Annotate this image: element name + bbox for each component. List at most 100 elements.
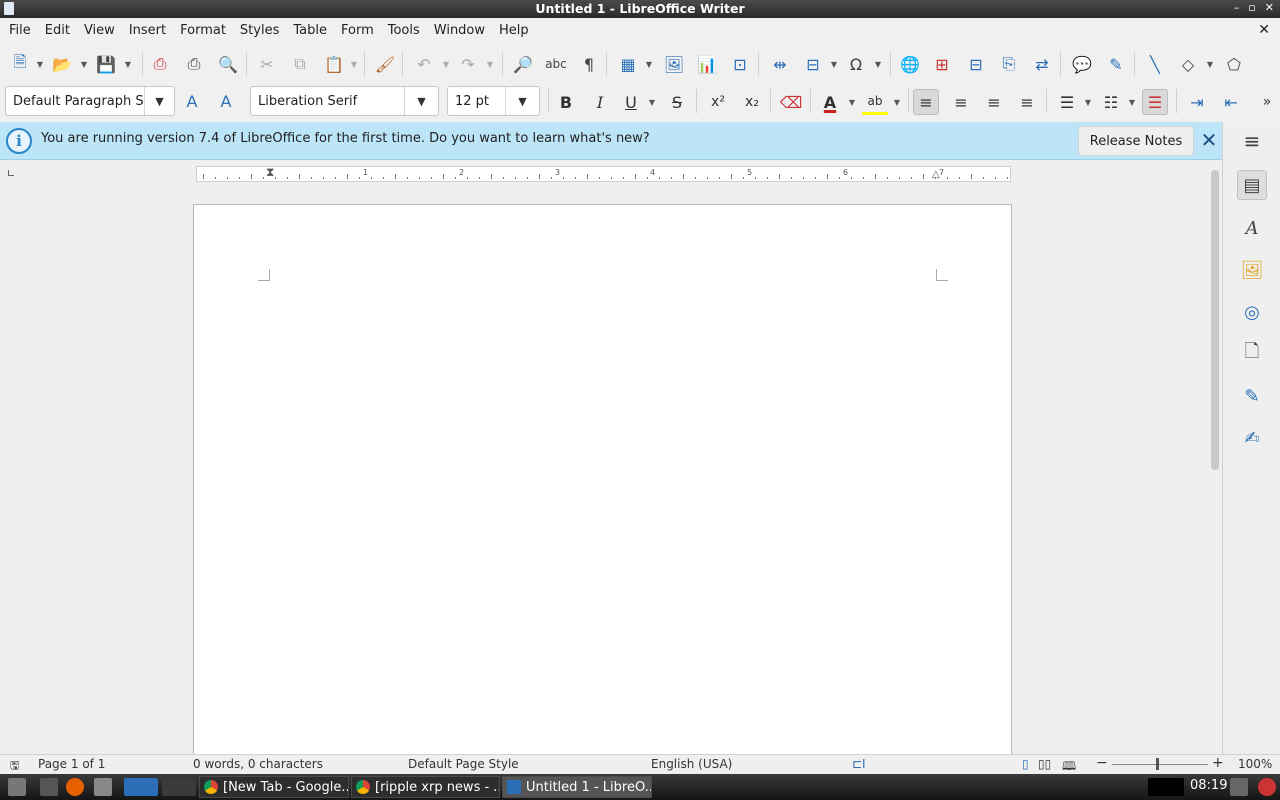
redo-dropdown-icon[interactable]: ▼ bbox=[486, 52, 494, 76]
field-dropdown-icon[interactable]: ▼ bbox=[830, 52, 838, 76]
cross-reference-icon[interactable]: ⇄ bbox=[1030, 52, 1054, 76]
tray-icon[interactable] bbox=[1230, 778, 1248, 796]
paragraph-style-combo[interactable]: Default Paragraph S ▼ bbox=[5, 86, 175, 116]
menu-table[interactable]: Table bbox=[286, 23, 334, 38]
power-icon[interactable] bbox=[1258, 778, 1276, 796]
table-dropdown-icon[interactable]: ▼ bbox=[645, 52, 653, 76]
task-chrome-ripple[interactable]: [ripple xrp news - ... bbox=[351, 776, 500, 798]
sidebar-menu-icon[interactable]: ≡ bbox=[1237, 126, 1267, 156]
save-dropdown-icon[interactable]: ▼ bbox=[124, 52, 132, 76]
footnote-icon[interactable]: ⊞ bbox=[930, 52, 954, 76]
new-style-icon[interactable]: A bbox=[214, 89, 238, 113]
zoom-out-icon[interactable]: − bbox=[1096, 755, 1108, 771]
writer-launcher-icon[interactable] bbox=[124, 778, 158, 796]
clone-formatting-icon[interactable]: 🖌 bbox=[373, 52, 397, 76]
menu-insert[interactable]: Insert bbox=[122, 23, 173, 38]
undo-icon[interactable]: ↶ bbox=[412, 52, 436, 76]
document-area[interactable]: 1 2 3 4 5 6 7 ⧗ △ bbox=[0, 160, 1209, 754]
close-infobar-icon[interactable]: ✕ bbox=[1199, 128, 1219, 152]
chevron-down-icon[interactable]: ▼ bbox=[404, 87, 438, 115]
menu-format[interactable]: Format bbox=[173, 23, 233, 38]
endnote-icon[interactable]: ⊟ bbox=[964, 52, 988, 76]
properties-icon[interactable]: ▤ bbox=[1237, 170, 1267, 200]
language[interactable]: English (USA) bbox=[651, 757, 732, 771]
tab-stop-icon[interactable] bbox=[8, 170, 14, 176]
spelling-icon[interactable]: abc bbox=[544, 52, 568, 76]
open-dropdown-icon[interactable]: ▼ bbox=[80, 52, 88, 76]
menu-styles[interactable]: Styles bbox=[233, 23, 286, 38]
justify-button[interactable]: ≡ bbox=[1014, 89, 1040, 115]
gallery-icon[interactable]: 🖼 bbox=[1237, 255, 1267, 285]
align-right-button[interactable]: ≡ bbox=[981, 89, 1007, 115]
page-break-icon[interactable]: ⇹ bbox=[768, 52, 792, 76]
copy-icon[interactable]: ⧉ bbox=[288, 52, 312, 76]
print-icon[interactable]: ⎙ bbox=[182, 52, 206, 76]
print-preview-icon[interactable]: 🔍 bbox=[216, 52, 240, 76]
horizontal-ruler[interactable]: 1 2 3 4 5 6 7 ⧗ △ bbox=[196, 165, 1011, 182]
highlight-color-icon[interactable]: ab bbox=[862, 89, 888, 115]
track-changes-icon[interactable]: ✎ bbox=[1104, 52, 1128, 76]
increase-indent-icon[interactable]: ⇥ bbox=[1184, 89, 1210, 115]
underline-dropdown-icon[interactable]: ▼ bbox=[648, 90, 656, 114]
zoom-slider[interactable] bbox=[1112, 764, 1208, 765]
comment-icon[interactable]: 💬 bbox=[1070, 52, 1094, 76]
ordered-list-icon[interactable]: ☷ bbox=[1098, 89, 1124, 115]
more-options-icon[interactable]: » bbox=[1254, 89, 1280, 115]
task-chrome-new-tab[interactable]: [New Tab - Google... bbox=[199, 776, 349, 798]
cut-icon[interactable]: ✂ bbox=[255, 52, 279, 76]
insert-field-icon[interactable]: ⊟ bbox=[801, 52, 825, 76]
export-pdf-icon[interactable]: ⎙ bbox=[148, 52, 172, 76]
strikethrough-button[interactable]: S bbox=[664, 89, 690, 115]
multi-page-view-icon[interactable]: ▯▯ bbox=[1038, 757, 1051, 771]
paste-dropdown-icon[interactable]: ▼ bbox=[350, 52, 358, 76]
draw-functions-icon[interactable]: ⬠ bbox=[1222, 52, 1246, 76]
special-character-icon[interactable]: Ω bbox=[844, 52, 868, 76]
font-name-combo[interactable]: Liberation Serif ▼ bbox=[250, 86, 439, 116]
italic-button[interactable]: I bbox=[587, 89, 613, 115]
font-color-icon[interactable]: A bbox=[817, 89, 843, 115]
release-notes-button[interactable]: Release Notes bbox=[1078, 126, 1194, 156]
show-desktop-icon[interactable] bbox=[40, 778, 58, 796]
file-manager-icon[interactable] bbox=[94, 778, 112, 796]
word-count[interactable]: 0 words, 0 characters bbox=[193, 757, 323, 771]
close-document-icon[interactable]: ✕ bbox=[1258, 22, 1270, 38]
page-icon[interactable]: 🗋 bbox=[1237, 339, 1267, 369]
clear-formatting-icon[interactable]: ⌫ bbox=[778, 89, 804, 115]
document-page[interactable] bbox=[193, 204, 1012, 754]
insert-table-icon[interactable]: ▦ bbox=[616, 52, 640, 76]
page-style[interactable]: Default Page Style bbox=[408, 757, 519, 771]
insert-textbox-icon[interactable]: ⊡ bbox=[728, 52, 752, 76]
subscript-icon[interactable]: x₂ bbox=[739, 89, 765, 115]
menu-edit[interactable]: Edit bbox=[38, 23, 77, 38]
single-page-view-icon[interactable]: ▯ bbox=[1022, 757, 1029, 771]
special-character-dropdown-icon[interactable]: ▼ bbox=[874, 52, 882, 76]
menu-window[interactable]: Window bbox=[427, 23, 492, 38]
redo-icon[interactable]: ↷ bbox=[456, 52, 480, 76]
bookmark-icon[interactable]: ⎘ bbox=[997, 52, 1021, 76]
close-window-button[interactable]: ✕ bbox=[1265, 1, 1274, 14]
align-left-button[interactable]: ≡ bbox=[913, 89, 939, 115]
chevron-down-icon[interactable]: ▼ bbox=[505, 87, 539, 115]
menu-view[interactable]: View bbox=[77, 23, 122, 38]
manage-changes-icon[interactable]: ✍ bbox=[1237, 423, 1267, 453]
underline-button[interactable]: U bbox=[618, 89, 644, 115]
menu-help[interactable]: Help bbox=[492, 23, 536, 38]
firefox-icon[interactable] bbox=[66, 778, 84, 796]
save-icon[interactable]: 💾 bbox=[94, 52, 118, 76]
maximize-button[interactable]: ▫ bbox=[1248, 1, 1255, 14]
task-libreoffice-writer[interactable]: Untitled 1 - LibreO... bbox=[502, 776, 652, 798]
paste-icon[interactable]: 📋 bbox=[322, 52, 346, 76]
open-folder-icon[interactable]: 📂 bbox=[50, 52, 74, 76]
zoom-in-icon[interactable]: + bbox=[1212, 755, 1224, 771]
decrease-indent-icon[interactable]: ⇤ bbox=[1218, 89, 1244, 115]
no-list-icon[interactable]: ☰ bbox=[1142, 89, 1168, 115]
superscript-icon[interactable]: x² bbox=[705, 89, 731, 115]
hyperlink-icon[interactable]: 🌐 bbox=[898, 52, 922, 76]
line-icon[interactable]: ╲ bbox=[1143, 52, 1167, 76]
menu-file[interactable]: File bbox=[2, 23, 38, 38]
shapes-icon[interactable]: ◇ bbox=[1176, 52, 1200, 76]
find-replace-icon[interactable]: 🔎 bbox=[511, 52, 535, 76]
new-dropdown-icon[interactable]: ▼ bbox=[36, 52, 44, 76]
launcher-icon[interactable] bbox=[162, 778, 196, 796]
update-style-icon[interactable]: A bbox=[180, 89, 204, 113]
